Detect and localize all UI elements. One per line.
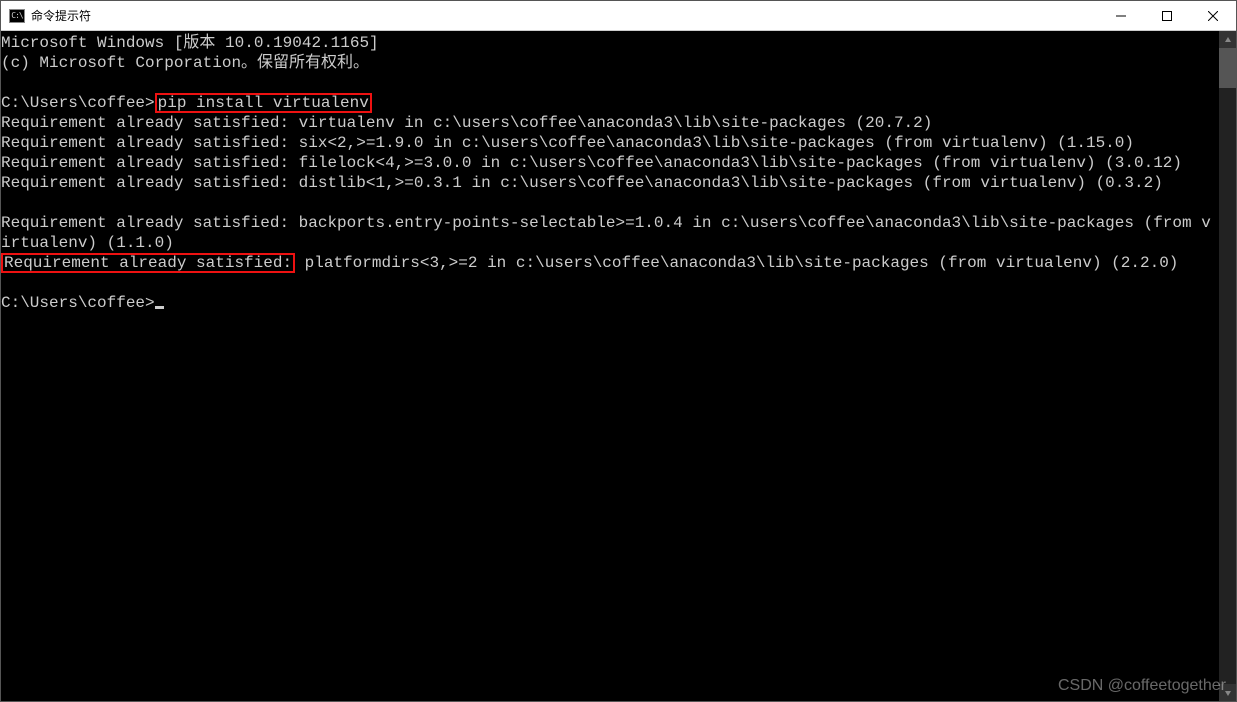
highlighted-text: Requirement already satisfied:: [1, 253, 295, 273]
command-prompt-window: C:\ 命令提示符 Microsoft Windows [版本 10.0.190…: [0, 0, 1237, 702]
terminal-line: Requirement already satisfied: six<2,>=1…: [1, 133, 1219, 153]
terminal-line: [1, 73, 1219, 93]
scroll-up-button[interactable]: [1219, 31, 1236, 48]
terminal-output[interactable]: Microsoft Windows [版本 10.0.19042.1165](c…: [1, 31, 1219, 701]
prompt-text: C:\Users\coffee>: [1, 294, 155, 312]
maximize-button[interactable]: [1144, 1, 1190, 30]
terminal-line: Requirement already satisfied: backports…: [1, 213, 1219, 253]
terminal-line: (c) Microsoft Corporation。保留所有权利。: [1, 53, 1219, 73]
cursor-icon: [155, 306, 164, 309]
terminal-line: C:\Users\coffee>pip install virtualenv: [1, 93, 1219, 113]
cmd-icon: C:\: [9, 9, 25, 23]
minimize-button[interactable]: [1098, 1, 1144, 30]
terminal-line: Requirement already satisfied: virtualen…: [1, 113, 1219, 133]
terminal-line: Requirement already satisfied: filelock<…: [1, 153, 1219, 173]
scroll-thumb[interactable]: [1219, 48, 1236, 88]
close-button[interactable]: [1190, 1, 1236, 30]
terminal-text: platformdirs<3,>=2 in c:\users\coffee\an…: [295, 254, 1178, 272]
scroll-down-button[interactable]: [1219, 684, 1236, 701]
terminal-line: Requirement already satisfied: platformd…: [1, 253, 1219, 273]
window-controls: [1098, 1, 1236, 30]
terminal-area: Microsoft Windows [版本 10.0.19042.1165](c…: [1, 31, 1236, 701]
terminal-line: C:\Users\coffee>: [1, 293, 1219, 313]
terminal-line: Microsoft Windows [版本 10.0.19042.1165]: [1, 33, 1219, 53]
prompt-text: C:\Users\coffee>: [1, 94, 155, 112]
terminal-line: Requirement already satisfied: distlib<1…: [1, 173, 1219, 193]
vertical-scrollbar[interactable]: [1219, 31, 1236, 701]
titlebar[interactable]: C:\ 命令提示符: [1, 1, 1236, 31]
terminal-line: [1, 193, 1219, 213]
terminal-line: [1, 273, 1219, 293]
highlighted-command: pip install virtualenv: [155, 93, 372, 113]
window-title: 命令提示符: [31, 7, 1098, 24]
